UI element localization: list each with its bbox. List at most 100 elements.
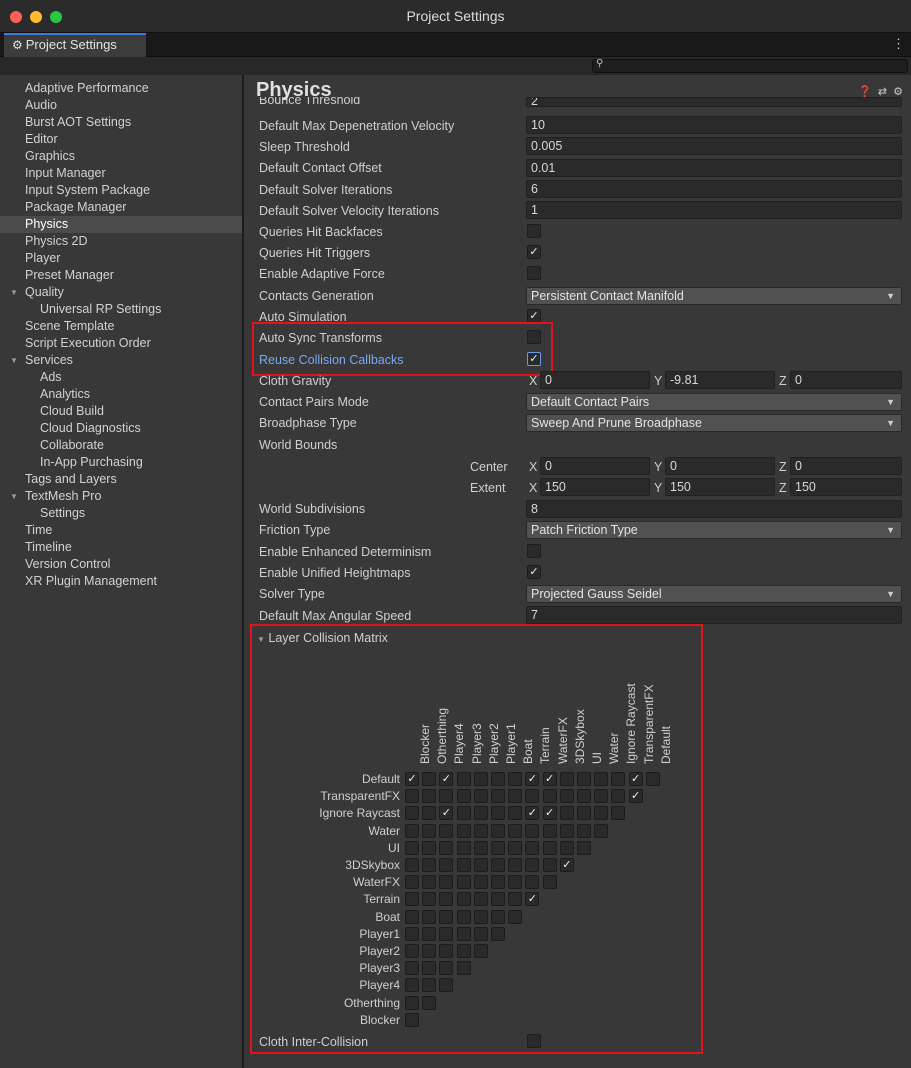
matrix-toggle[interactable] [456,944,471,958]
sidebar-item-package-manager[interactable]: Package Manager [0,199,242,216]
matrix-toggle[interactable] [525,858,540,872]
matrix-toggle[interactable] [422,789,437,804]
matrix-toggle[interactable] [508,840,523,855]
matrix-toggle[interactable] [559,772,574,786]
matrix-toggle[interactable] [422,909,437,924]
matrix-toggle[interactable] [405,858,419,872]
matrix-toggle[interactable] [559,789,574,804]
matrix-toggle[interactable] [473,789,488,804]
matrix-toggle[interactable] [491,875,505,890]
matrix-toggle[interactable] [422,892,437,907]
sidebar-item-input-system-package[interactable]: Input System Package [0,182,242,199]
matrix-toggle[interactable] [611,806,626,821]
matrix-toggle[interactable] [456,789,471,804]
matrix-toggle[interactable] [525,840,540,855]
sidebar-item-physics-2d[interactable]: Physics 2D [0,233,242,250]
matrix-toggle[interactable] [577,789,591,804]
matrix-toggle[interactable] [508,875,523,890]
matrix-toggle[interactable] [508,892,523,907]
matrix-toggle[interactable] [422,806,437,821]
matrix-toggle[interactable] [456,961,471,976]
sidebar-item-textmesh-settings[interactable]: Settings [0,505,242,522]
sidebar-item-analytics[interactable]: Analytics [0,386,242,403]
sidebar-item-preset-manager[interactable]: Preset Manager [0,267,242,284]
matrix-toggle[interactable] [405,944,419,958]
sidebar-item-cloud-build[interactable]: Cloud Build [0,403,242,420]
cloth-inter-collision-checkbox[interactable] [527,1034,541,1048]
scrollbar[interactable] [905,105,911,1065]
matrix-toggle[interactable] [594,806,609,821]
matrix-toggle[interactable] [422,858,437,872]
matrix-toggle[interactable] [508,858,523,872]
matrix-toggle[interactable]: ✓ [525,806,540,821]
sidebar-item-scene-template[interactable]: Scene Template [0,318,242,335]
matrix-toggle[interactable] [422,772,437,786]
sidebar-item-time[interactable]: Time [0,522,242,539]
sidebar-item-universal-rp-settings[interactable]: Universal RP Settings [0,301,242,318]
matrix-toggle[interactable] [422,995,437,1010]
matrix-toggle[interactable] [422,978,437,993]
matrix-toggle[interactable] [508,823,523,838]
expand-arrow-icon[interactable]: ▼ [10,284,18,301]
sidebar-item-xr-plugin-management[interactable]: XR Plugin Management [0,573,242,590]
expand-arrow-icon[interactable]: ▼ [10,488,18,505]
matrix-toggle[interactable] [525,823,540,838]
tab-project-settings[interactable]: ⚙ Project Settings [4,33,146,57]
matrix-toggle[interactable]: ✓ [628,772,643,786]
matrix-toggle[interactable] [525,789,540,804]
matrix-toggle[interactable] [542,823,557,838]
matrix-toggle[interactable]: ✓ [542,772,557,786]
matrix-toggle[interactable]: ✓ [439,806,454,821]
matrix-toggle[interactable] [456,892,471,907]
matrix-toggle[interactable] [594,772,609,786]
matrix-toggle[interactable] [542,789,557,804]
sidebar-item-audio[interactable]: Audio [0,97,242,114]
matrix-toggle[interactable] [439,909,454,924]
matrix-toggle[interactable] [491,858,505,872]
matrix-toggle[interactable] [422,961,437,976]
matrix-toggle[interactable]: ✓ [439,772,454,786]
matrix-toggle[interactable] [645,772,660,786]
matrix-toggle[interactable] [439,961,454,976]
matrix-toggle[interactable] [559,823,574,838]
matrix-toggle[interactable] [508,806,523,821]
matrix-toggle[interactable] [405,978,419,993]
matrix-toggle[interactable] [405,926,419,941]
matrix-toggle[interactable] [577,806,591,821]
matrix-toggle[interactable]: ✓ [525,772,540,786]
matrix-toggle[interactable] [439,789,454,804]
matrix-toggle[interactable] [508,789,523,804]
sidebar-item-physics[interactable]: Physics [0,216,242,233]
sidebar-item-tags-and-layers[interactable]: Tags and Layers [0,471,242,488]
matrix-toggle[interactable] [491,806,505,821]
matrix-toggle[interactable] [422,840,437,855]
sidebar-item-textmesh-pro[interactable]: ▼ TextMesh Pro [0,488,242,505]
matrix-toggle[interactable] [405,1012,419,1027]
matrix-toggle[interactable] [542,840,557,855]
matrix-toggle[interactable] [456,840,471,855]
matrix-toggle[interactable] [559,806,574,821]
matrix-toggle[interactable] [473,823,488,838]
matrix-toggle[interactable] [439,926,454,941]
matrix-toggle[interactable] [456,772,471,786]
matrix-toggle[interactable] [577,823,591,838]
matrix-toggle[interactable] [439,840,454,855]
matrix-toggle[interactable]: ✓ [405,772,419,786]
sidebar-item-script-execution-order[interactable]: Script Execution Order [0,335,242,352]
matrix-toggle[interactable] [439,978,454,993]
matrix-toggle[interactable] [594,823,609,838]
sidebar-item-ads[interactable]: Ads [0,369,242,386]
sidebar-item-version-control[interactable]: Version Control [0,556,242,573]
matrix-toggle[interactable] [405,823,419,838]
expand-arrow-icon[interactable]: ▼ [10,352,18,369]
matrix-toggle[interactable] [577,840,591,855]
matrix-toggle[interactable] [508,772,523,786]
matrix-toggle[interactable] [405,995,419,1010]
matrix-toggle[interactable] [491,772,505,786]
sidebar-item-input-manager[interactable]: Input Manager [0,165,242,182]
matrix-toggle[interactable] [405,875,419,890]
matrix-toggle[interactable] [491,909,505,924]
matrix-toggle[interactable] [422,823,437,838]
matrix-toggle[interactable] [405,909,419,924]
matrix-toggle[interactable] [456,823,471,838]
